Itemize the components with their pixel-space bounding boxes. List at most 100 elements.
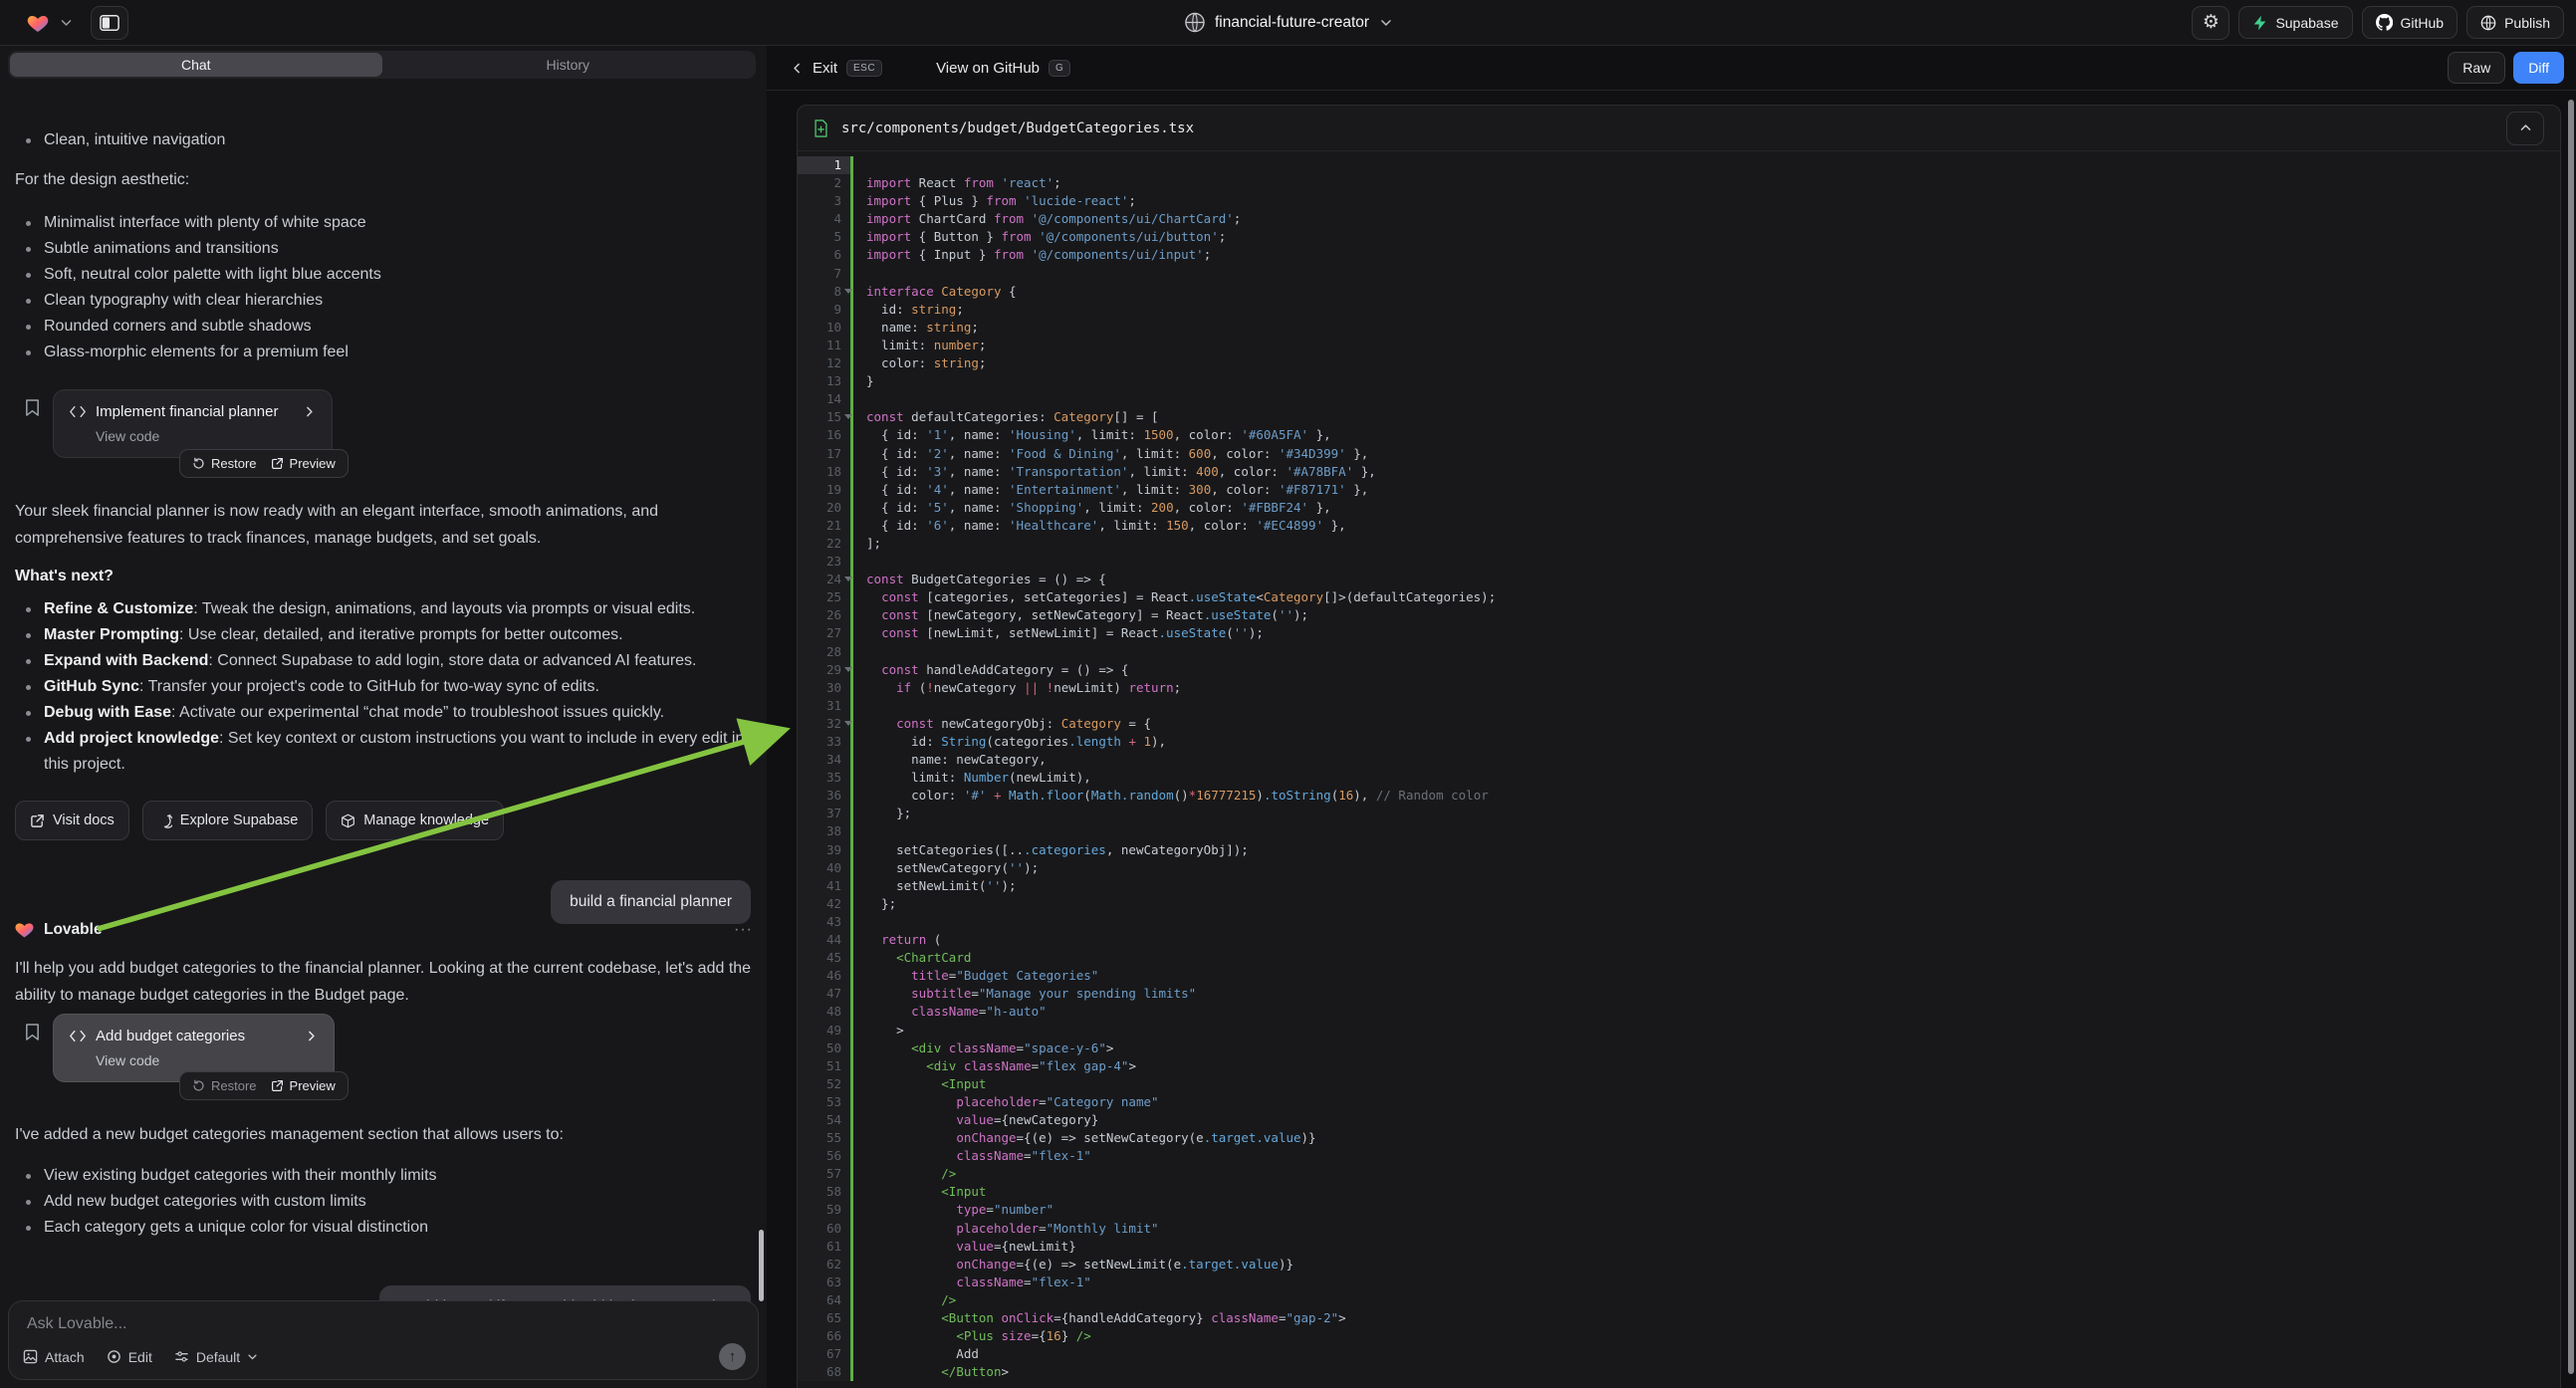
- line-number[interactable]: 6: [798, 246, 850, 264]
- line-number[interactable]: 21: [798, 517, 850, 535]
- line-number[interactable]: 34: [798, 751, 850, 769]
- fold-chevron-icon[interactable]: [844, 289, 852, 294]
- line-number[interactable]: 23: [798, 553, 850, 571]
- line-number[interactable]: 67: [798, 1345, 850, 1363]
- line-number[interactable]: 43: [798, 913, 850, 931]
- settings-button[interactable]: ⚙: [2192, 6, 2229, 40]
- line-number[interactable]: 53: [798, 1093, 850, 1111]
- bookmark-icon[interactable]: [24, 1023, 41, 1041]
- line-number[interactable]: 19: [798, 481, 850, 499]
- line-number[interactable]: 18: [798, 463, 850, 481]
- line-number[interactable]: 57: [798, 1165, 850, 1183]
- send-button[interactable]: ↑: [719, 1343, 746, 1370]
- fold-chevron-icon[interactable]: [844, 577, 852, 581]
- fold-chevron-icon[interactable]: [844, 721, 852, 726]
- line-number[interactable]: 29: [798, 661, 850, 679]
- line-number[interactable]: 8: [798, 283, 850, 301]
- manage-knowledge-button[interactable]: Manage knowledge: [326, 801, 504, 840]
- line-number[interactable]: 51: [798, 1057, 850, 1075]
- line-number[interactable]: 39: [798, 841, 850, 859]
- chevron-down-icon[interactable]: [1379, 16, 1392, 29]
- line-number[interactable]: 32: [798, 715, 850, 733]
- line-number[interactable]: 37: [798, 805, 850, 822]
- preview-button[interactable]: Preview: [271, 1078, 336, 1093]
- line-number[interactable]: 28: [798, 643, 850, 661]
- line-number[interactable]: 1: [798, 156, 850, 174]
- line-number[interactable]: 16: [798, 426, 850, 444]
- line-number[interactable]: 38: [798, 822, 850, 840]
- diff-toggle-button[interactable]: Diff: [2513, 52, 2564, 84]
- line-number[interactable]: 60: [798, 1220, 850, 1238]
- view-code-link[interactable]: View code: [96, 1052, 318, 1068]
- line-number[interactable]: 54: [798, 1111, 850, 1129]
- line-number[interactable]: 13: [798, 372, 850, 390]
- line-number[interactable]: 26: [798, 606, 850, 624]
- chat-scrollbar[interactable]: [759, 1230, 764, 1301]
- restore-button[interactable]: Restore: [192, 1078, 257, 1093]
- fold-chevron-icon[interactable]: [844, 667, 852, 672]
- line-number[interactable]: 64: [798, 1291, 850, 1309]
- line-number[interactable]: 5: [798, 228, 850, 246]
- line-number[interactable]: 58: [798, 1183, 850, 1201]
- line-number[interactable]: 41: [798, 877, 850, 895]
- code-editor[interactable]: 12import React from 'react';3import { Pl…: [798, 151, 2560, 1388]
- more-options-icon[interactable]: ···: [734, 921, 753, 939]
- line-number[interactable]: 35: [798, 769, 850, 787]
- line-number[interactable]: 30: [798, 679, 850, 697]
- restore-button[interactable]: Restore: [192, 456, 257, 471]
- line-number[interactable]: 11: [798, 337, 850, 354]
- line-number[interactable]: 22: [798, 535, 850, 553]
- line-number[interactable]: 52: [798, 1075, 850, 1093]
- toggle-sidebar-button[interactable]: [91, 6, 128, 40]
- line-number[interactable]: 14: [798, 390, 850, 408]
- line-number[interactable]: 61: [798, 1238, 850, 1256]
- line-number[interactable]: 46: [798, 967, 850, 985]
- line-number[interactable]: 40: [798, 859, 850, 877]
- line-number[interactable]: 47: [798, 985, 850, 1003]
- tab-history[interactable]: History: [382, 53, 755, 77]
- fold-chevron-icon[interactable]: [844, 414, 852, 419]
- file-card-header[interactable]: src/components/budget/BudgetCategories.t…: [798, 106, 2560, 151]
- attach-button[interactable]: Attach: [23, 1349, 85, 1365]
- supabase-button[interactable]: Supabase: [2238, 6, 2352, 39]
- preview-button[interactable]: Preview: [271, 456, 336, 471]
- line-number[interactable]: 20: [798, 499, 850, 517]
- line-number[interactable]: 10: [798, 319, 850, 337]
- line-number[interactable]: 33: [798, 733, 850, 751]
- lovable-heart-logo[interactable]: [26, 11, 50, 35]
- line-number[interactable]: 4: [798, 210, 850, 228]
- line-number[interactable]: 12: [798, 354, 850, 372]
- edit-button[interactable]: Edit: [107, 1349, 152, 1365]
- project-name[interactable]: financial-future-creator: [1215, 14, 1369, 32]
- line-number[interactable]: 27: [798, 624, 850, 642]
- line-number[interactable]: 24: [798, 571, 850, 588]
- bookmark-icon[interactable]: [24, 398, 41, 417]
- line-number[interactable]: 42: [798, 895, 850, 913]
- line-number[interactable]: 59: [798, 1201, 850, 1219]
- line-number[interactable]: 36: [798, 787, 850, 805]
- composer-input[interactable]: Ask Lovable...: [27, 1315, 127, 1333]
- line-number[interactable]: 62: [798, 1256, 850, 1273]
- line-number[interactable]: 68: [798, 1363, 850, 1381]
- line-number[interactable]: 55: [798, 1129, 850, 1147]
- explore-supabase-button[interactable]: Explore Supabase: [142, 801, 314, 840]
- line-number[interactable]: 3: [798, 192, 850, 210]
- line-number[interactable]: 17: [798, 445, 850, 463]
- chevron-down-icon[interactable]: [60, 16, 73, 29]
- line-number[interactable]: 15: [798, 408, 850, 426]
- code-scrollbar[interactable]: [2568, 100, 2574, 1374]
- line-number[interactable]: 66: [798, 1327, 850, 1345]
- line-number[interactable]: 50: [798, 1040, 850, 1057]
- view-on-github-button[interactable]: View on GitHub: [936, 60, 1040, 77]
- version-card-implement-financial-planner[interactable]: Implement financial planner View code: [53, 389, 333, 458]
- visit-docs-button[interactable]: Visit docs: [15, 801, 129, 840]
- line-number[interactable]: 31: [798, 697, 850, 715]
- mode-selector[interactable]: Default: [174, 1349, 258, 1365]
- exit-button[interactable]: Exit: [813, 60, 837, 77]
- line-number[interactable]: 48: [798, 1003, 850, 1021]
- github-button[interactable]: GitHub: [2362, 6, 2459, 39]
- line-number[interactable]: 65: [798, 1309, 850, 1327]
- line-number[interactable]: 56: [798, 1147, 850, 1165]
- collapse-file-button[interactable]: [2506, 112, 2544, 145]
- line-number[interactable]: 45: [798, 949, 850, 967]
